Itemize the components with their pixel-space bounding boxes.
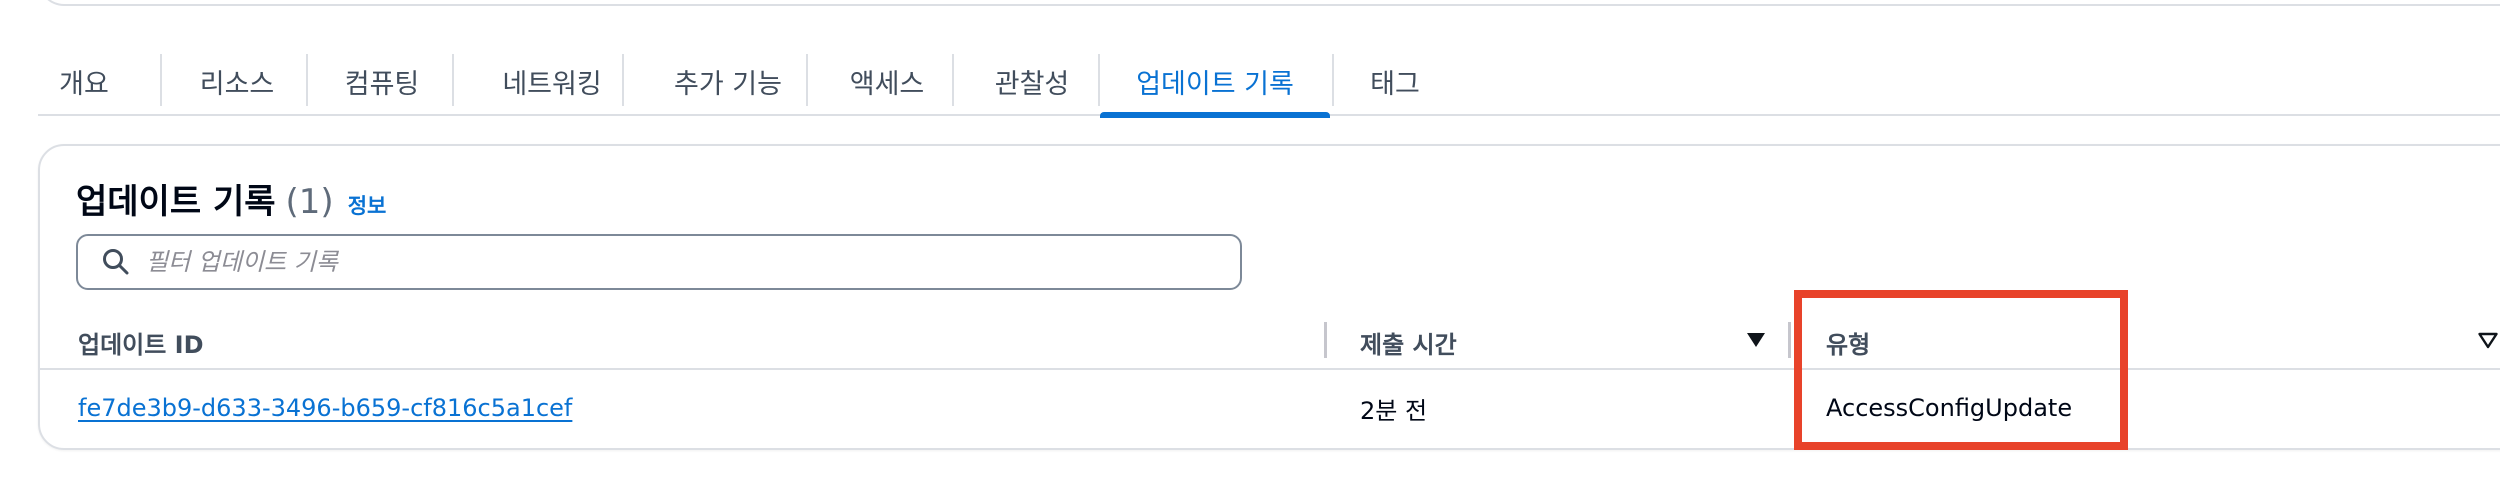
table-header-divider	[40, 368, 2500, 370]
tab-observability[interactable]: 관찰성	[966, 48, 1098, 114]
tab-label: 컴퓨팅	[344, 68, 420, 100]
tab-overview[interactable]: 개요	[38, 48, 130, 114]
tab-resources[interactable]: 리소스	[178, 48, 296, 114]
tab-label: 네트워킹	[502, 68, 602, 100]
tab-label: 업데이트 기록	[1136, 68, 1294, 100]
column-resizer[interactable]	[1788, 322, 1791, 358]
column-header-label: 제출 시간	[1360, 330, 1457, 359]
column-resizer[interactable]	[1324, 322, 1327, 358]
search-icon	[103, 249, 129, 275]
cell-update-id: fe7de3b9-d633-3496-b659-cf816c5a1cef	[78, 386, 572, 430]
tab-access[interactable]: 액세스	[820, 48, 954, 114]
tab-compute[interactable]: 컴퓨팅	[324, 48, 440, 114]
column-header-label: 업데이트 ID	[78, 330, 204, 359]
tab-divider	[622, 54, 624, 106]
tab-label: 리소스	[199, 68, 275, 100]
column-header-submitted[interactable]: 제출 시간	[1360, 318, 1457, 366]
tab-divider	[952, 54, 954, 106]
tab-divider	[806, 54, 808, 106]
panel-header: 업데이트 기록 (1) 정보	[76, 174, 386, 223]
info-link[interactable]: 정보	[348, 190, 387, 220]
tab-divider	[1332, 54, 1334, 106]
tab-update-history[interactable]: 업데이트 기록	[1100, 48, 1330, 118]
update-history-panel: 업데이트 기록 (1) 정보 업데이트 ID 제출 시간 유형 fe7de3b9…	[38, 144, 2500, 450]
filter-field[interactable]	[76, 234, 1242, 290]
update-id-link[interactable]: fe7de3b9-d633-3496-b659-cf816c5a1cef	[78, 394, 572, 422]
tab-label: 개요	[59, 68, 109, 100]
tab-networking[interactable]: 네트워킹	[472, 48, 632, 114]
cell-submitted-time: 2분 전	[1360, 386, 1427, 430]
caret-down-outline-icon[interactable]	[2476, 328, 2500, 352]
active-tab-indicator	[1100, 112, 1330, 118]
tab-divider	[160, 54, 162, 106]
panel-title: 업데이트 기록	[76, 182, 276, 222]
tab-label: 관찰성	[994, 68, 1070, 100]
tab-label: 액세스	[849, 68, 925, 100]
tab-add-ons[interactable]: 추가 기능	[646, 48, 810, 114]
item-count: (1)	[285, 182, 334, 222]
tab-label: 추가 기능	[674, 68, 782, 100]
submitted-time-value: 2분 전	[1360, 396, 1428, 425]
column-header-update-id: 업데이트 ID	[78, 318, 204, 366]
highlight-annotation	[1794, 290, 2128, 450]
filter-input[interactable]	[144, 247, 1228, 277]
caret-down-filled-icon[interactable]	[1744, 328, 1768, 352]
tab-divider	[306, 54, 308, 106]
tab-divider	[452, 54, 454, 106]
tab-tags[interactable]: 태그	[1348, 48, 1442, 114]
previous-container-edge	[38, 0, 2500, 6]
tab-bar: 개요 리소스 컴퓨팅 네트워킹 추가 기능 액세스 관찰성 업데이트 기록 태그	[38, 48, 2500, 118]
tab-label: 태그	[1370, 68, 1420, 100]
